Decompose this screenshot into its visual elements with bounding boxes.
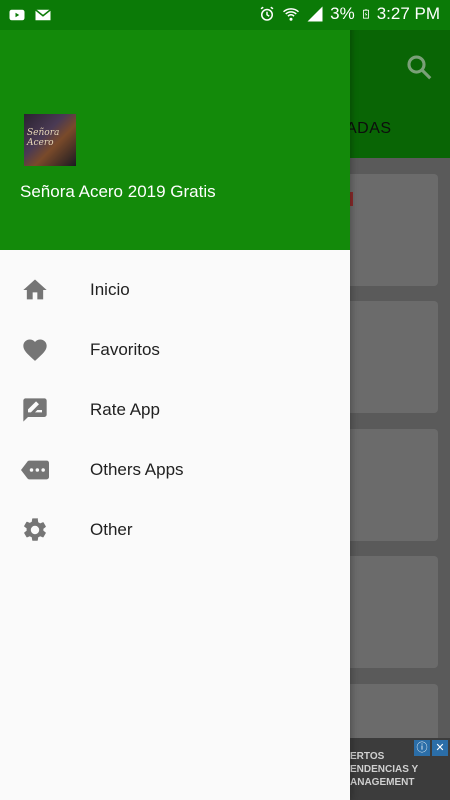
menu-label: Rate App xyxy=(90,400,160,419)
menu-item-other[interactable]: Other xyxy=(0,500,350,560)
drawer-title: Señora Acero 2019 Gratis xyxy=(20,182,216,201)
app-logo: Señora Acero xyxy=(24,114,76,166)
menu-item-favoritos[interactable]: Favoritos xyxy=(0,320,350,380)
search-icon[interactable] xyxy=(404,52,434,82)
menu-label: Favoritos xyxy=(90,340,160,359)
battery-icon xyxy=(362,9,369,19)
navigation-drawer: Señora Acero Señora Acero 2019 Gratis In… xyxy=(0,0,350,800)
list-card[interactable] xyxy=(340,301,438,413)
status-bar: 3% 3:27 PM xyxy=(0,0,450,30)
menu-item-others-apps[interactable]: Others Apps xyxy=(0,440,350,500)
list-card[interactable] xyxy=(340,429,438,541)
ad-close-icon[interactable]: ✕ xyxy=(432,740,448,756)
menu-item-rate-app[interactable]: Rate App xyxy=(0,380,350,440)
tab-label[interactable]: ADAS xyxy=(346,120,392,138)
more-apps-icon xyxy=(21,460,49,480)
list-card[interactable] xyxy=(340,174,438,286)
heart-icon xyxy=(23,339,47,361)
rate-review-icon xyxy=(23,398,47,422)
ad-info-icon[interactable]: ⓘ xyxy=(414,740,430,756)
drawer-header: Señora Acero Señora Acero 2019 Gratis xyxy=(0,30,350,250)
menu-item-inicio[interactable]: Inicio xyxy=(0,260,350,320)
menu-label: Other xyxy=(90,520,133,539)
menu-label: Others Apps xyxy=(90,460,184,479)
mail-icon xyxy=(35,9,51,21)
card-accent xyxy=(350,192,353,206)
gear-icon xyxy=(24,518,46,541)
menu-label: Inicio xyxy=(90,280,130,299)
clock: 3:27 PM xyxy=(376,4,440,23)
list-card[interactable] xyxy=(340,556,438,668)
wifi-icon xyxy=(283,8,300,21)
signal-icon xyxy=(307,6,323,22)
battery-percent: 3% xyxy=(330,4,355,23)
alarm-icon xyxy=(260,6,274,21)
drawer-menu: Inicio Favoritos Rate App Others Apps Ot… xyxy=(0,260,350,560)
list-card[interactable] xyxy=(340,684,438,744)
youtube-icon xyxy=(9,9,25,21)
ad-text: ERTOS ENDENCIAS Y ANAGEMENT xyxy=(350,751,419,788)
home-icon xyxy=(23,279,47,300)
